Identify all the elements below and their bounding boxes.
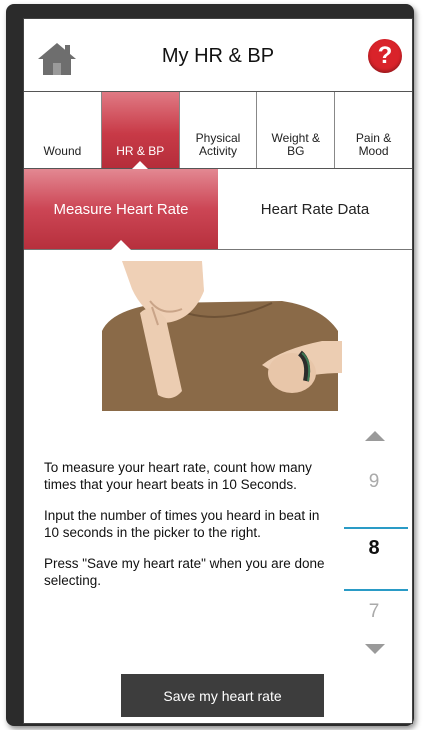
app-header: My HR & BP ? bbox=[24, 19, 412, 92]
app-screen: My HR & BP ? Wound HR & BP Physical Acti… bbox=[23, 18, 413, 724]
instruction-step-3: Press "Save my heart rate" when you are … bbox=[44, 556, 325, 588]
sub-tabs: Measure Heart Rate Heart Rate Data bbox=[24, 169, 412, 250]
heart-beat-picker[interactable]: 9 8 7 bbox=[336, 419, 412, 659]
instructions: To measure your heart rate, count how ma… bbox=[44, 459, 334, 603]
tab-label: HR & BP bbox=[116, 144, 165, 158]
subtab-label: Heart Rate Data bbox=[260, 200, 370, 218]
tab-physical-activity[interactable]: Physical Activity bbox=[179, 92, 258, 168]
subtab-heart-rate-data[interactable]: Heart Rate Data bbox=[218, 169, 412, 249]
instruction-step-2: Input the number of times you heard in b… bbox=[44, 508, 320, 540]
picker-option-next[interactable]: 7 bbox=[336, 601, 412, 623]
page-title: My HR & BP bbox=[161, 45, 275, 67]
tab-weight-bg[interactable]: Weight & BG bbox=[257, 92, 336, 168]
picker-selected-value[interactable]: 8 bbox=[336, 537, 412, 560]
tab-label: Weight & BG bbox=[271, 131, 321, 158]
category-tabs: Wound HR & BP Physical Activity Weight &… bbox=[24, 92, 412, 169]
save-heart-rate-button[interactable]: Save my heart rate bbox=[121, 674, 324, 717]
picker-option-previous[interactable]: 9 bbox=[336, 471, 412, 493]
picker-line-top bbox=[344, 527, 408, 529]
tab-label: Wound bbox=[43, 144, 82, 158]
arrow-up-icon[interactable] bbox=[365, 431, 385, 441]
tab-label: Physical Activity bbox=[195, 131, 241, 158]
tab-hr-bp[interactable]: HR & BP bbox=[101, 92, 180, 169]
help-icon[interactable]: ? bbox=[368, 39, 402, 73]
tab-wound[interactable]: Wound bbox=[24, 92, 102, 168]
tab-pain-mood[interactable]: Pain & Mood bbox=[335, 92, 412, 168]
instruction-step-1: To measure your heart rate, count how ma… bbox=[44, 460, 312, 492]
tab-label: Pain & Mood bbox=[355, 131, 392, 158]
subtab-label: Measure Heart Rate bbox=[53, 200, 189, 218]
phone-frame: My HR & BP ? Wound HR & BP Physical Acti… bbox=[6, 4, 414, 726]
arrow-down-icon[interactable] bbox=[365, 644, 385, 654]
picker-line-bottom bbox=[344, 589, 408, 591]
pulse-check-illustration bbox=[102, 261, 342, 411]
subtab-measure-heart-rate[interactable]: Measure Heart Rate bbox=[24, 169, 218, 250]
